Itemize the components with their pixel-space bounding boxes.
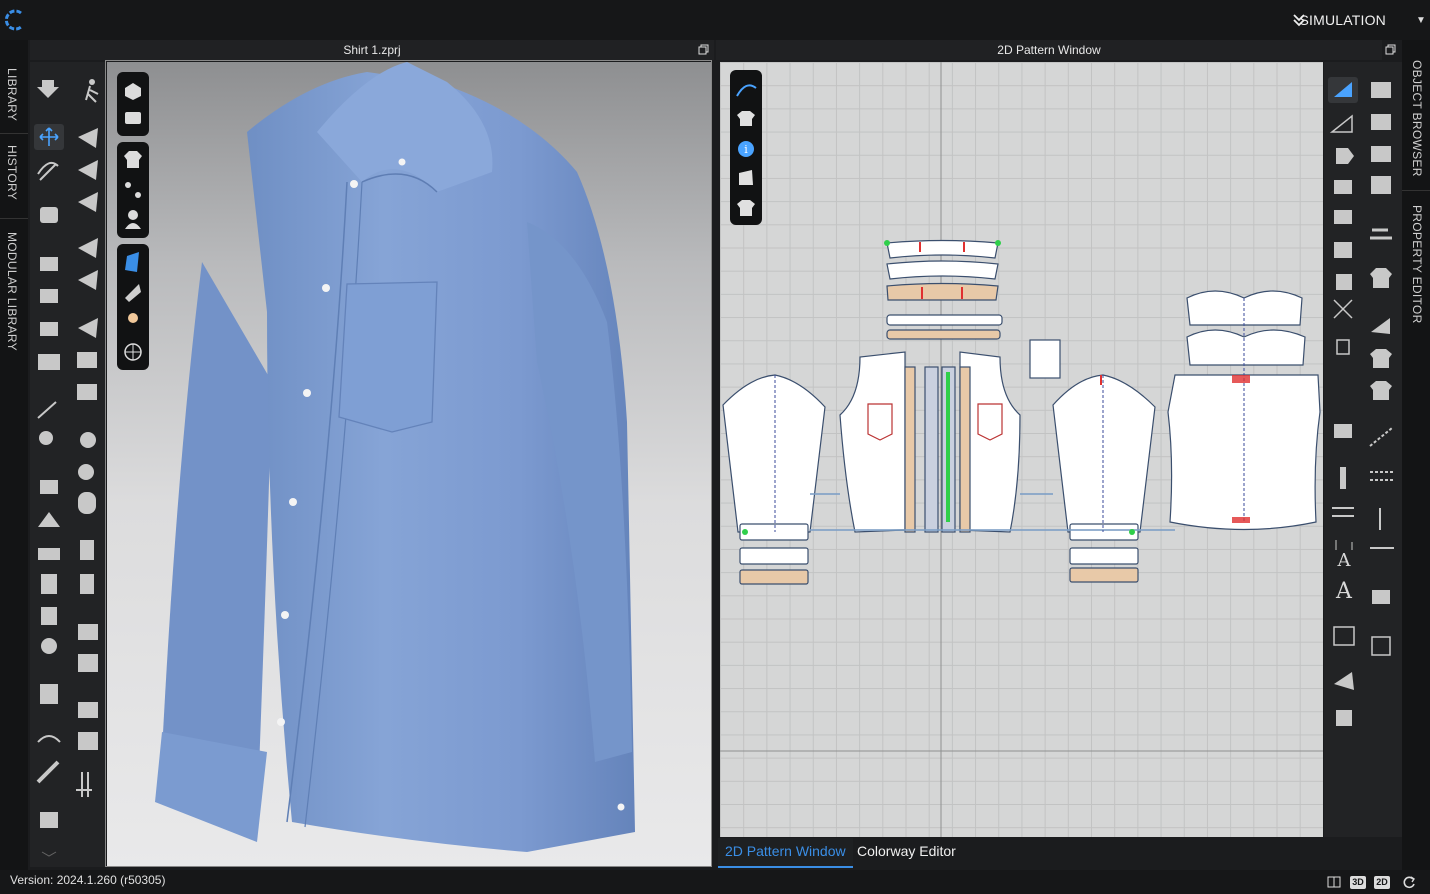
tab-modular-library[interactable]: MODULAR LIBRARY — [5, 232, 19, 351]
status-bar — [0, 870, 1430, 894]
view-2d-button[interactable]: 2D — [1374, 876, 1390, 889]
pattern-pieces — [720, 62, 1323, 837]
tab-2d-pattern-window[interactable]: 2D Pattern Window — [718, 838, 853, 868]
shirt-icon — [124, 151, 142, 168]
2d-pattern-canvas[interactable] — [720, 62, 1323, 837]
logo-icon[interactable] — [4, 8, 26, 32]
tool-icons[interactable] — [30, 62, 106, 867]
view3d-title: Shirt 1.zprj — [30, 40, 714, 60]
pattern-window-tabs: 2D Pattern Window Colorway Editor — [718, 838, 1323, 868]
pattern-display-icons[interactable]: i — [730, 70, 762, 225]
pattern-window-title: 2D Pattern Window — [716, 40, 1382, 60]
tab-history[interactable]: HISTORY — [5, 145, 19, 200]
simulation-dropdown-caret[interactable]: ▼ — [1416, 15, 1426, 26]
display-toolbar-icons[interactable] — [117, 72, 149, 372]
tab-library[interactable]: LIBRARY — [5, 68, 19, 121]
shirt-icon — [737, 111, 755, 126]
version-label: Version: 2024.1.260 (r50305) — [10, 873, 166, 887]
window-restore-icon[interactable] — [1385, 44, 1396, 55]
svg-text:i: i — [744, 143, 748, 156]
left-toolbar — [30, 62, 106, 867]
text-icon: A — [1335, 579, 1353, 604]
text-icon: A — [1337, 550, 1352, 571]
window-restore-icon[interactable] — [698, 44, 709, 55]
pattern-tool-icons[interactable]: A A — [1324, 62, 1402, 837]
viewport-frame — [105, 60, 712, 867]
pen-icon — [736, 84, 757, 97]
layout-single-icon[interactable] — [1327, 876, 1341, 888]
view-3d-button[interactable]: 3D — [1350, 876, 1366, 889]
pattern-toolbar: A A — [1324, 62, 1402, 837]
top-bar — [0, 0, 1430, 40]
tab-property-editor[interactable]: PROPERTY EDITOR — [1410, 205, 1424, 324]
simulation-mode-button[interactable]: SIMULATION — [1299, 12, 1386, 28]
refresh-icon[interactable] — [1402, 875, 1416, 889]
tab-object-browser[interactable]: OBJECT BROWSER — [1410, 60, 1424, 177]
tab-colorway-editor[interactable]: Colorway Editor — [850, 838, 963, 866]
